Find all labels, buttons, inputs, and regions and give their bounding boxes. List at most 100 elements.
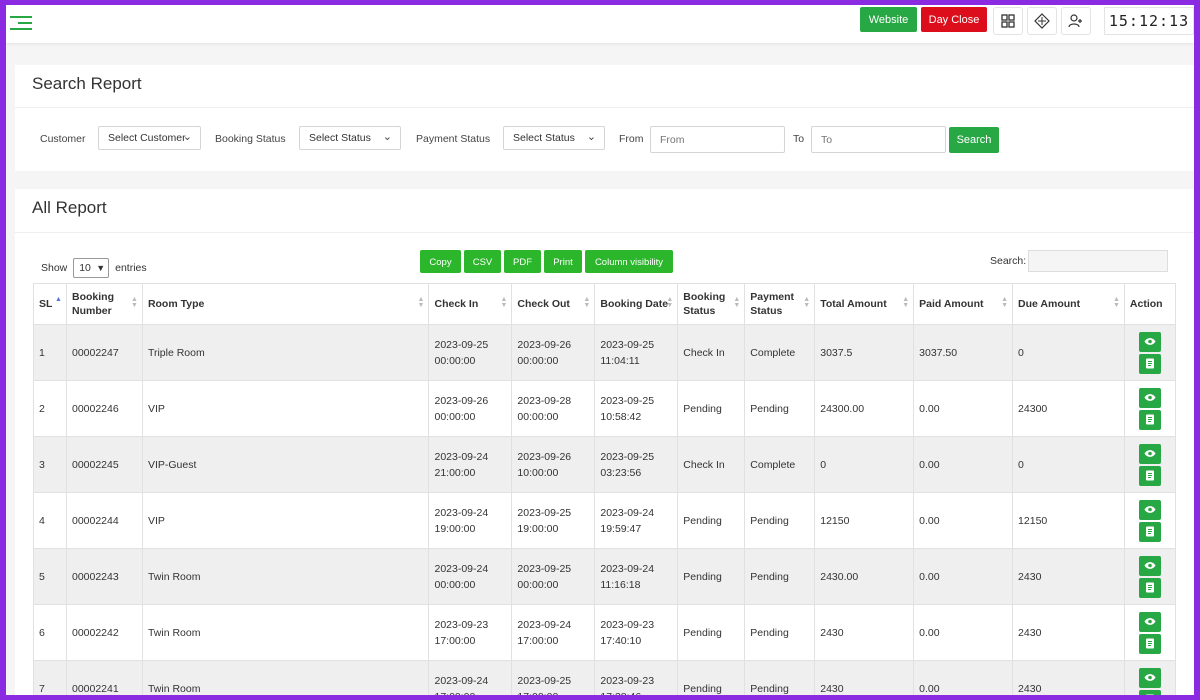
column-header-sl[interactable]: SL ▲ [33, 283, 67, 325]
cell-due-amount: 12150 [1012, 492, 1125, 549]
cell-room-type: Twin Room [141, 548, 430, 605]
cell-sl: 6 [33, 604, 67, 661]
invoice-document-icon[interactable] [1138, 465, 1161, 486]
to-date-input[interactable] [811, 126, 946, 153]
invoice-document-icon[interactable] [1138, 689, 1161, 695]
customer-select[interactable]: Select Customer ⌄ [98, 126, 201, 150]
table-row: 2 00002246 VIP 2023-09-26 00:00:00 2023-09-28… [33, 380, 1177, 437]
cell-total-amount: 2430.00 [814, 548, 915, 605]
chevron-down-icon: ⌄ [586, 131, 596, 143]
cell-paid-amount: 0.00 [913, 380, 1014, 437]
table-row: 6 00002242 Twin Room 2023-09-23 17:00:00 2023… [33, 604, 1177, 661]
copy-button[interactable]: Copy [420, 250, 461, 273]
column-header-label: Total Amount [820, 298, 887, 310]
check-in-time: 19:00:00 [434, 522, 476, 535]
cell-booking-date: 2023-09-25 10:58:42 [594, 380, 679, 437]
view-eye-icon[interactable] [1138, 387, 1161, 408]
grid-icon[interactable] [993, 7, 1023, 35]
cell-booking-status: Pending [677, 660, 746, 695]
check-out-date: 2023-09-25 [517, 506, 572, 519]
column-header-check-in[interactable]: Check In ▲ ▼ [428, 283, 513, 325]
table-row: 700002241Twin Room2023-09-2417:00:002023… [33, 660, 1177, 695]
column-header-paid-amount[interactable]: Paid Amount ▲ ▼ [913, 283, 1014, 325]
report-table: SL ▲ Booking Number ▲ ▼ Room Type ▲ ▼ Check I… [33, 283, 1177, 695]
payment-status-select-value: Select Status [513, 132, 575, 144]
invoice-document-icon[interactable] [1138, 633, 1161, 654]
cell-room-type: VIP [141, 492, 430, 549]
payment-status-select[interactable]: Select Status ⌄ [503, 126, 605, 150]
view-eye-icon[interactable] [1138, 667, 1161, 688]
invoice-document-icon[interactable] [1138, 353, 1161, 374]
column-header-total-amount[interactable]: Total Amount ▲ ▼ [814, 283, 915, 325]
column-header-due-amount[interactable]: Due Amount ▲ ▼ [1012, 283, 1125, 325]
invoice-document-icon[interactable] [1138, 409, 1161, 430]
booking-time: 19:59:47 [600, 522, 642, 535]
view-eye-icon[interactable] [1138, 443, 1161, 464]
column-header-booking-status[interactable]: Booking Status ▲ ▼ [677, 283, 746, 325]
search-button[interactable]: Search [949, 127, 999, 153]
check-in-date: 2023-09-24 [434, 674, 489, 687]
entries-label: entries [115, 261, 147, 274]
cell-due-amount: 2430 [1012, 548, 1125, 605]
column-header-label: Booking Number [71, 291, 114, 317]
move-icon[interactable] [1027, 7, 1057, 35]
view-eye-icon[interactable] [1138, 555, 1161, 576]
view-eye-icon[interactable] [1138, 611, 1161, 632]
column-header-room-type[interactable]: Room Type ▲ ▼ [141, 283, 430, 325]
cell-action [1123, 380, 1177, 437]
booking-date: 2023-09-23 [600, 674, 655, 687]
booking-time: 11:16:18 [600, 578, 641, 591]
from-date-input[interactable] [650, 126, 785, 153]
sort-icon: ▲ ▼ [803, 296, 811, 309]
cell-booking-status: Pending [677, 548, 746, 605]
table-row: 1 00002247 Triple Room 2023-09-25 00:00:00 20… [33, 324, 1177, 381]
day-close-button[interactable]: Day Close [921, 7, 987, 32]
cell-payment-status: Pending [744, 660, 816, 695]
chevron-down-icon: ⌄ [182, 131, 192, 143]
table-search-label: Search: [990, 255, 1027, 267]
check-in-time: 00:00:00 [434, 354, 476, 367]
sort-icon: ▲ ▼ [583, 296, 591, 309]
booking-status-select[interactable]: Select Status ⌄ [299, 126, 401, 150]
cell-check-in: 2023-09-24 00:00:00 [428, 548, 513, 605]
table-search-input[interactable] [1028, 250, 1168, 272]
column-header-payment-status[interactable]: Payment Status ▲ ▼ [744, 283, 816, 325]
chevron-down-icon: ⌄ [382, 131, 392, 143]
add-user-icon[interactable] [1061, 7, 1091, 35]
booking-time: 17:40:10 [600, 634, 642, 647]
cell-payment-status: Pending [744, 492, 816, 549]
invoice-document-icon[interactable] [1138, 577, 1161, 598]
column-header-booking-date[interactable]: Booking Date ▲ ▼ [594, 283, 679, 325]
check-out-date: 2023-09-24 [517, 618, 572, 631]
cell-total-amount: 3037.5 [814, 324, 915, 381]
cell-check-out: 2023-09-25 19:00:00 [511, 492, 596, 549]
cell-booking-number: 00002243 [65, 548, 143, 605]
entries-select-value: 10 [79, 262, 91, 274]
view-eye-icon[interactable] [1138, 331, 1161, 352]
entries-select[interactable]: 10 ▼ [73, 258, 110, 278]
pdf-button[interactable]: PDF [504, 250, 541, 273]
show-label: Show [41, 261, 68, 274]
menu-toggle-icon[interactable] [10, 12, 32, 32]
cell-booking-date: 2023-09-23 17:40:10 [594, 604, 679, 661]
booking-status-label: Booking Status [215, 133, 286, 145]
column-visibility-button[interactable]: Column visibility [585, 250, 673, 273]
cell-check-in: 2023-09-24 21:00:00 [428, 436, 513, 493]
print-button[interactable]: Print [544, 250, 582, 273]
column-header-booking-number[interactable]: Booking Number ▲ ▼ [65, 283, 143, 325]
invoice-document-icon[interactable] [1138, 521, 1161, 542]
website-button[interactable]: Website [860, 7, 917, 32]
view-eye-icon[interactable] [1138, 499, 1161, 520]
cell-paid-amount: 0.00 [913, 660, 1014, 695]
cell-total-amount: 0 [814, 436, 915, 493]
sort-icon: ▲ ▼ [666, 296, 674, 309]
csv-button[interactable]: CSV [464, 250, 501, 273]
clock-display: 15:12:13 [1104, 7, 1194, 35]
table-header-row: SL ▲ Booking Number ▲ ▼ Room Type ▲ ▼ Check I… [33, 283, 1177, 325]
cell-due-amount: 0 [1012, 324, 1125, 381]
column-header-check-out[interactable]: Check Out ▲ ▼ [511, 283, 596, 325]
booking-date: 2023-09-25 [600, 450, 655, 463]
cell-sl: 5 [33, 548, 67, 605]
cell-payment-status: Complete [744, 324, 816, 381]
column-header-label: Paid Amount [919, 298, 984, 310]
